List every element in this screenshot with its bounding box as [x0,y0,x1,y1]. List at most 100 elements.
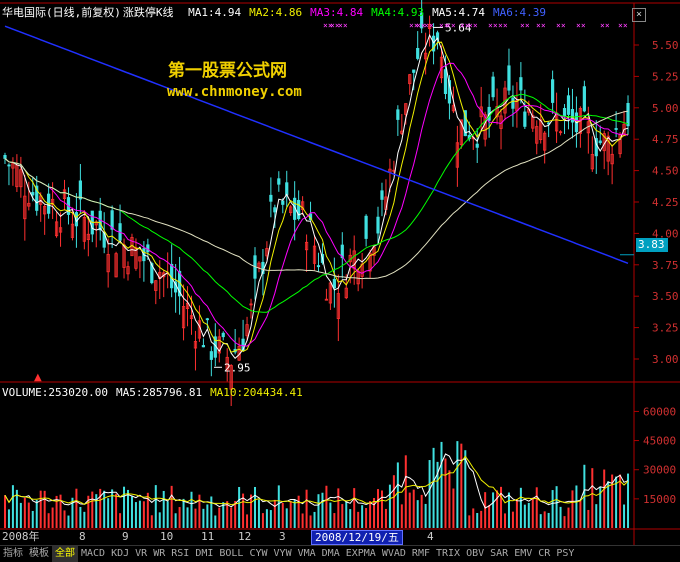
limit-marker: ×× [488,21,498,30]
candle-body [364,215,368,239]
close-icon[interactable]: × [632,8,646,22]
volume-bar [202,508,205,528]
volume-bar [460,443,463,528]
candle-body [7,164,11,167]
price-tick-label: 5.25 [652,70,679,83]
volume-bar [214,515,217,528]
volume-bar [539,514,542,528]
tab-4[interactable]: KDJ [108,546,132,562]
volume-bar [365,508,368,528]
tab-22[interactable]: PSY [553,546,577,562]
chart-marks: 5.642.95×××××× ×××××× ×××× ×××× ×× ×× ×× ×× ×× ××… [34,21,634,383]
indicator-tabs: 指标 模板 全部 MACD KDJ VR WR RSI DMI BOLL CYW VYW VMA DMA E… [0,545,680,562]
volume-bar [257,499,260,528]
volume-bar [178,507,181,528]
volume-bar [31,510,34,528]
candle-body [376,216,380,234]
price-tick-label: 3.00 [652,353,679,366]
volume-bar [559,506,562,528]
tab-11[interactable]: VYW [271,546,295,562]
volume-bar [345,501,348,528]
volume-bar [166,501,169,528]
volume-bar [444,458,447,528]
volume-bar [182,498,185,528]
volume-ma5-line [4,453,629,509]
candle-body [566,95,571,115]
tab-20[interactable]: EMV [511,546,535,562]
tab-7[interactable]: RSI [168,546,192,562]
tab-19[interactable]: SAR [487,546,511,562]
volume-bar [47,513,50,528]
tab-14[interactable]: EXPMA [343,546,379,562]
volume-bar [511,511,514,528]
kline-chart[interactable]: 5.505.255.004.754.504.254.003.753.503.25… [0,0,680,561]
volume-bar [269,510,272,528]
candle-body [31,192,35,196]
volume-bar [488,505,491,528]
tab-16[interactable]: RMF [409,546,433,562]
volume-bar [35,499,38,528]
candle-body [297,199,301,220]
tab-17[interactable]: TRIX [433,546,463,562]
candle-body [78,180,82,200]
tab-12[interactable]: VMA [295,546,319,562]
volume-bar [464,450,467,528]
ma-readouts: MA1:4.94 MA2:4.86 MA3:4.84 MA4:4.93 MA5:4.74… [188,6,554,19]
tab-10[interactable]: CYW [246,546,270,562]
candle-body [201,345,206,348]
volume-bar [579,500,582,528]
volume-bar [452,488,455,528]
volume-bar [587,509,590,528]
volume-bar [130,496,133,528]
volume-bars [3,441,630,528]
volume-bar [19,502,22,528]
volume-bar [619,474,622,528]
volume-bar [416,500,419,528]
tab-3[interactable]: MACD [78,546,108,562]
tab-5[interactable]: VR [132,546,150,562]
volume-bar [23,497,26,528]
volume-bar [567,507,570,528]
tab-1[interactable]: 模板 [26,546,52,562]
volume-bar [484,492,487,528]
volume-bar [285,508,288,528]
volume-bar [408,492,411,528]
volume-bar [206,504,209,528]
volume-bar [317,494,320,528]
ma-readout-2: MA2:4.86 [249,6,303,19]
candle-body [551,79,555,103]
candle-body [416,47,420,59]
volume-bar [603,469,606,528]
volume-bar [547,512,550,528]
volume-bar [51,507,54,528]
tab-15[interactable]: WVAD [379,546,409,562]
candle-body [523,111,527,127]
tab-13[interactable]: DMA [319,546,343,562]
volume-bar [91,491,94,528]
volume-bar [353,488,356,528]
price-tick-label: 3.75 [652,259,679,272]
candle-body [221,332,225,338]
volume-bar [380,490,383,528]
candle-body [507,65,511,91]
tab-8[interactable]: DMI [192,546,216,562]
volume-bar [507,492,510,528]
volume-bar [43,490,46,528]
volume-bar [333,513,336,528]
candle-body [511,97,515,109]
volume-bar [59,494,62,528]
signal-marker: ▲ [34,372,42,383]
tab-2[interactable]: 全部 [52,546,78,562]
tab-0[interactable]: 指标 [0,546,26,562]
volume-bar [289,501,292,528]
tab-18[interactable]: OBV [463,546,487,562]
candle-body [281,200,285,205]
price-tick-label: 5.00 [652,102,679,115]
ma-readout-4: MA4:4.93 [371,6,425,19]
ma1-line [4,33,629,360]
tab-9[interactable]: BOLL [216,546,246,562]
tab-21[interactable]: CR [535,546,553,562]
tab-6[interactable]: WR [150,546,168,562]
volume-bar [468,515,471,528]
volume-tick-label: 15000 [643,493,676,506]
